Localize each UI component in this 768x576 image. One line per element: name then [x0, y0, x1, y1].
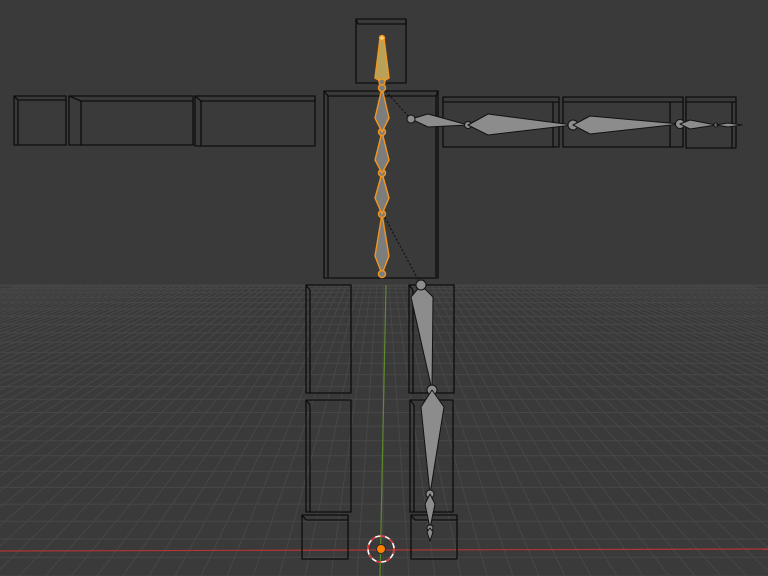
bone-joint-pelvis[interactable]	[377, 269, 387, 279]
viewport-scene[interactable]	[0, 0, 768, 576]
bone-joint-hip[interactable]	[415, 279, 427, 291]
bone-joint-shoulder[interactable]	[406, 114, 416, 124]
spine-bone-chain[interactable]	[374, 34, 390, 279]
3d-viewport[interactable]	[0, 0, 768, 576]
bone-joint-head-tip[interactable]	[378, 34, 386, 42]
bone-joint-head-base[interactable]	[378, 78, 386, 86]
3d-cursor-center	[376, 544, 386, 554]
